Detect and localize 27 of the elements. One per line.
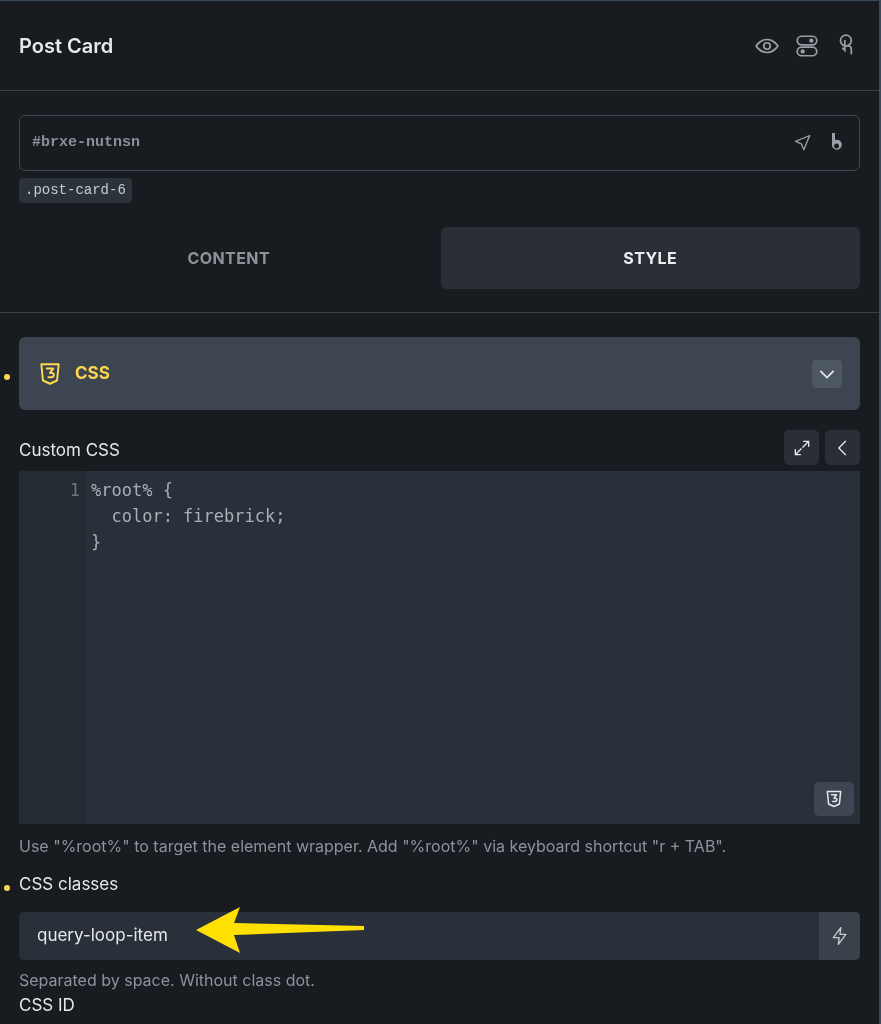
field-label: CSS ID — [19, 995, 76, 1014]
section-title: CSS — [75, 361, 110, 385]
help-text: Use "%root%" to target the element wrapper. Add "%root%" via keyboard shortcut "r + TAB". — [19, 835, 728, 858]
code-line: %root% { — [91, 479, 173, 502]
toggle-icon[interactable] — [794, 32, 820, 59]
lightning-button[interactable] — [819, 911, 860, 960]
help-text: Separated by space. Without class dot. — [19, 968, 316, 992]
css-classes-input[interactable]: query-loop-item — [19, 911, 860, 960]
panel-title: Post Card — [19, 32, 114, 60]
css3-icon — [37, 360, 63, 387]
css-section-header[interactable]: CSS — [19, 337, 860, 410]
code-line: } — [91, 531, 102, 554]
code-line: color: firebrick; — [110, 505, 286, 528]
css3-button[interactable] — [814, 782, 854, 816]
tab[interactable]: CONTENT — [19, 227, 439, 289]
field-label: CSS classes — [19, 873, 119, 896]
line-number: 1 — [69, 479, 80, 502]
collapse-button[interactable] — [825, 430, 860, 465]
chevron-button[interactable] — [812, 359, 842, 388]
cursor-icon[interactable] — [793, 133, 813, 153]
element-id-field[interactable]: #brxe-nutnsn — [19, 115, 860, 171]
css3-icon — [824, 789, 844, 809]
tab[interactable]: STYLE — [440, 227, 860, 289]
class-tag[interactable]: .post-card-6 — [19, 178, 132, 203]
expand-button[interactable] — [784, 430, 819, 465]
field-label: Custom CSS — [19, 438, 120, 462]
code-editor[interactable]: 1 %root% { color: firebrick; } — [19, 471, 860, 824]
